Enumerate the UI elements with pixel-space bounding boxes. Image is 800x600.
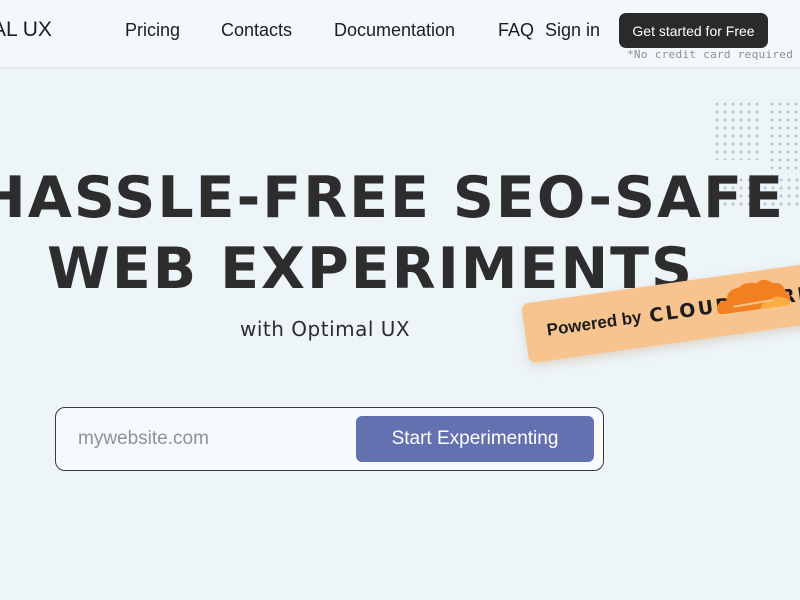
get-started-button[interactable]: Get started for Free xyxy=(619,13,768,48)
nav-contacts[interactable]: Contacts xyxy=(221,20,292,41)
hero-title-line-1: HASSLE-FREE SEO-SAFE xyxy=(0,165,786,231)
badge-powered-by-text: Powered by xyxy=(545,307,643,340)
hero-subtitle: with Optimal UX xyxy=(240,317,411,341)
site-header: AL UX Pricing Contacts Documentation FAQ… xyxy=(0,0,800,68)
brand-logo[interactable]: AL UX xyxy=(0,18,52,42)
website-url-input[interactable] xyxy=(78,422,348,456)
no-credit-card-note: *No credit card required xyxy=(627,48,794,61)
dot-grid-decoration xyxy=(768,100,800,175)
dot-grid-decoration xyxy=(713,100,763,160)
url-form: Start Experimenting xyxy=(55,407,604,471)
nav-faq[interactable]: FAQ xyxy=(498,20,534,41)
nav-sign-in[interactable]: Sign in xyxy=(545,20,600,41)
nav-documentation[interactable]: Documentation xyxy=(334,20,455,41)
start-experimenting-button[interactable]: Start Experimenting xyxy=(356,416,594,462)
nav-pricing[interactable]: Pricing xyxy=(125,20,180,41)
